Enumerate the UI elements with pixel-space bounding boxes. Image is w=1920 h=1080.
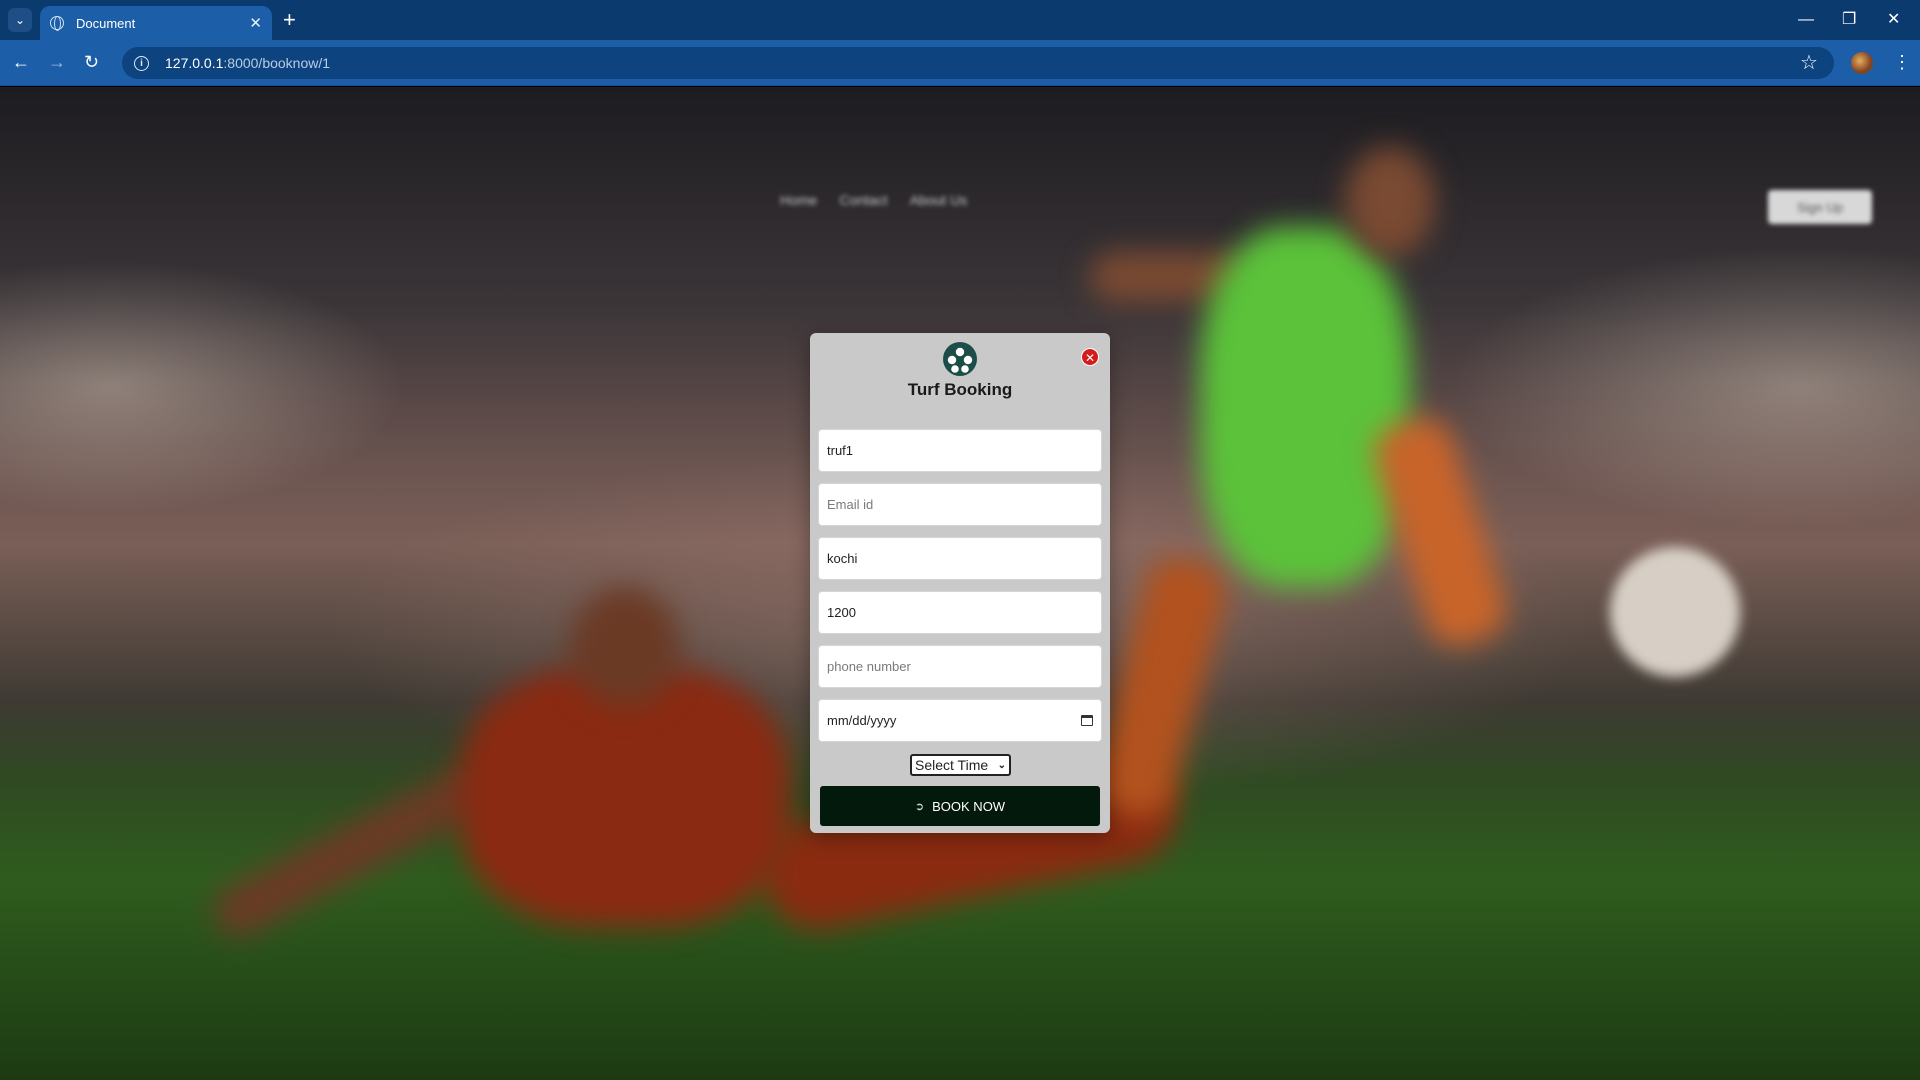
location-field[interactable]: kochi bbox=[818, 537, 1102, 580]
globe-icon bbox=[50, 16, 64, 31]
signup-button[interactable]: Sign Up bbox=[1768, 190, 1872, 224]
price-field[interactable]: 1200 bbox=[818, 591, 1102, 634]
booking-modal: ✕ Turf Booking truf1 Email id kochi 1200… bbox=[810, 333, 1110, 833]
close-window-icon[interactable]: ✕ bbox=[1887, 8, 1900, 32]
close-modal-icon[interactable]: ✕ bbox=[1081, 348, 1099, 366]
nav-home[interactable]: Home bbox=[780, 192, 817, 208]
browser-tab[interactable]: Document ✕ bbox=[40, 6, 272, 40]
browser-toolbar: ← → ↻ i 127.0.0.1 :8000/booknow/1 ☆ ⋮ bbox=[0, 40, 1920, 86]
forward-icon[interactable]: → bbox=[48, 50, 66, 74]
reload-icon[interactable]: ↻ bbox=[84, 50, 99, 74]
back-icon[interactable]: ← bbox=[12, 50, 30, 74]
book-now-button[interactable]: ➲ BOOK NOW bbox=[820, 786, 1100, 826]
background-figure bbox=[570, 587, 680, 707]
restore-icon[interactable]: ❐ bbox=[1842, 8, 1856, 32]
soccer-ball-icon bbox=[943, 342, 977, 376]
time-select[interactable]: Select Time ⌄ bbox=[910, 754, 1011, 776]
date-placeholder: mm/dd/yyyy bbox=[827, 713, 897, 728]
browser-tab-bar: ⌄ Document ✕ + — ❐ ✕ bbox=[0, 0, 1920, 40]
email-field[interactable]: Email id bbox=[818, 483, 1102, 526]
close-tab-icon[interactable]: ✕ bbox=[249, 14, 262, 32]
chevron-down-icon: ⌄ bbox=[997, 759, 1006, 771]
bookmark-star-icon[interactable]: ☆ bbox=[1800, 49, 1818, 77]
minimize-icon[interactable]: — bbox=[1798, 8, 1814, 32]
site-nav: Home Contact About Us bbox=[780, 192, 967, 208]
url-path: :8000/booknow/1 bbox=[223, 55, 331, 71]
nav-contact[interactable]: Contact bbox=[839, 192, 887, 208]
nav-about[interactable]: About Us bbox=[910, 192, 968, 208]
background-figure bbox=[205, 759, 495, 945]
calendar-icon[interactable] bbox=[1081, 715, 1093, 726]
url-host: 127.0.0.1 bbox=[165, 55, 224, 71]
modal-title: Turf Booking bbox=[907, 380, 1013, 399]
profile-avatar[interactable] bbox=[1851, 52, 1873, 74]
tab-title: Document bbox=[76, 15, 136, 31]
background-figure bbox=[1345, 147, 1435, 257]
background-figure bbox=[1200, 227, 1410, 587]
menu-kebab-icon[interactable]: ⋮ bbox=[1893, 50, 1911, 74]
login-icon: ➲ bbox=[914, 800, 925, 813]
new-tab-icon[interactable]: + bbox=[283, 8, 296, 32]
date-field[interactable]: mm/dd/yyyy bbox=[818, 699, 1102, 742]
site-info-icon[interactable]: i bbox=[134, 55, 149, 71]
phone-field[interactable]: phone number bbox=[818, 645, 1102, 688]
address-bar[interactable]: i 127.0.0.1 :8000/booknow/1 bbox=[122, 47, 1834, 79]
time-select-value: Select Time bbox=[915, 757, 989, 773]
tab-list-icon[interactable]: ⌄ bbox=[8, 8, 32, 32]
book-now-label: BOOK NOW bbox=[932, 798, 1006, 814]
background-ball bbox=[1610, 547, 1740, 677]
turf-name-field[interactable]: truf1 bbox=[818, 429, 1102, 472]
